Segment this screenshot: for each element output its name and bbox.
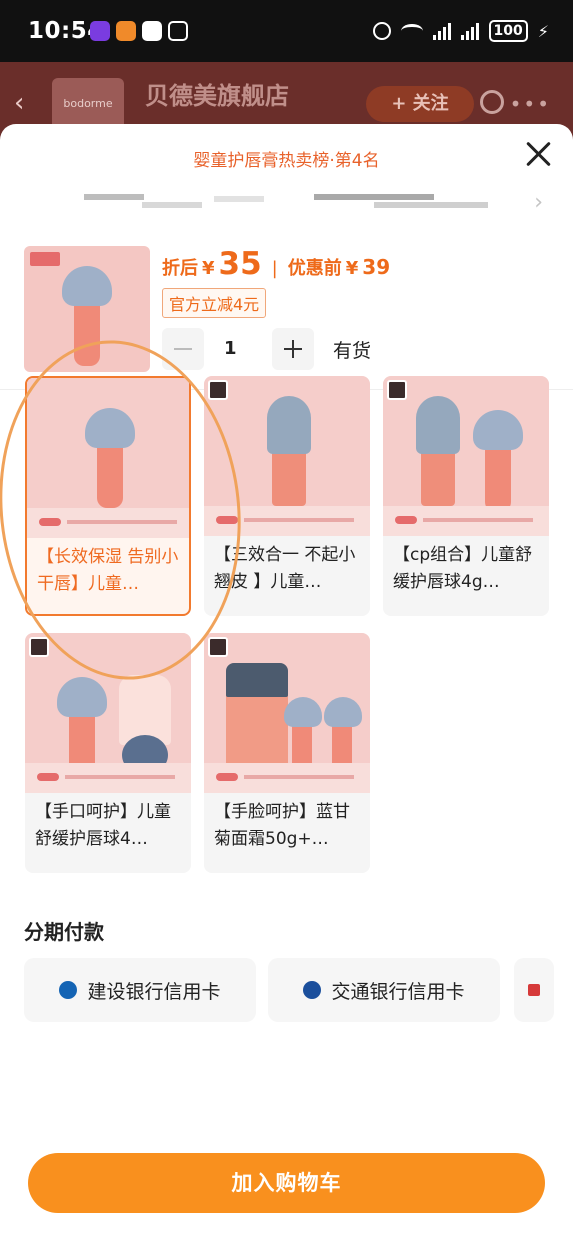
installment-title: 分期付款 (24, 920, 104, 944)
variant-option-3[interactable]: 【cp组合】儿童舒缓护唇球4g… (383, 376, 549, 616)
quantity-value: 1 (224, 338, 237, 359)
bank-option-bocom[interactable]: 交通银行信用卡 (268, 958, 500, 1022)
blurred-info-strip (84, 194, 488, 212)
wifi-icon (400, 24, 423, 38)
variant-option-1[interactable]: 【长效保湿 告别小干唇】儿童… (25, 376, 191, 616)
variant-image (25, 633, 191, 793)
currency-symbol: ¥ (202, 258, 215, 279)
variant-label: 【三效合一 不起小翘皮 】儿童… (214, 545, 356, 592)
bank-name: 建设银行信用卡 (87, 980, 221, 1003)
price-before-label: 优惠前 (287, 258, 342, 279)
variant-label: 【手口呵护】儿童舒缓护唇球4… (35, 802, 171, 849)
price-after-label: 折后 (162, 258, 198, 279)
variant-label: 【手脸呵护】蓝甘菊面霜50g+… (214, 802, 350, 849)
stock-status: 有货 (333, 340, 372, 362)
signal-1-icon (432, 22, 451, 40)
chevron-right-icon[interactable]: › (534, 190, 543, 215)
status-indicators: 100 ⚡ (372, 20, 549, 42)
price-after-value: 35 (218, 246, 262, 282)
price-row: 折后 ¥ 35 | 优惠前 ¥ 39 (162, 246, 390, 282)
signal-2-icon (460, 22, 479, 40)
badge-icon (387, 380, 407, 400)
bank-logo-icon (528, 984, 540, 996)
variant-option-5[interactable]: 【手脸呵护】蓝甘菊面霜50g+… (204, 633, 370, 873)
variant-option-2[interactable]: 【三效合一 不起小翘皮 】儿童… (204, 376, 370, 616)
variant-option-4[interactable]: 【手口呵护】儿童舒缓护唇球4… (25, 633, 191, 873)
badge-icon (208, 380, 228, 400)
charging-icon: ⚡ (537, 21, 549, 41)
video-app-icon (90, 21, 110, 41)
bank-option-partial[interactable] (514, 958, 554, 1022)
search-icon[interactable] (480, 90, 504, 114)
variant-label: 【cp组合】儿童舒缓护唇球4g… (393, 545, 533, 592)
variant-image (383, 376, 549, 536)
ccb-icon (59, 981, 78, 999)
store-name: 贝德美旗舰店 (145, 82, 289, 110)
quantity-decrement-button[interactable] (162, 328, 204, 370)
product-thumbnail[interactable] (24, 246, 150, 372)
variant-image (204, 376, 370, 536)
follow-button[interactable]: + 关注 (366, 86, 474, 122)
currency-symbol-before: ¥ (345, 258, 359, 279)
discount-tag: 官方立减4元 (162, 288, 267, 318)
variant-image (27, 378, 189, 538)
variant-label: 【长效保湿 告别小干唇】儿童… (37, 547, 179, 594)
bocom-icon (303, 981, 322, 999)
close-icon[interactable] (525, 140, 553, 168)
bank-name: 交通银行信用卡 (331, 980, 465, 1003)
badge-icon (29, 637, 49, 657)
sku-sheet: 婴童护唇膏热卖榜·第4名 › 折后 ¥ 35 | 优惠前 ¥ 39 官方立减4元… (0, 124, 573, 1237)
price-before-value: 39 (362, 255, 391, 279)
quantity-increment-button[interactable] (272, 328, 314, 370)
battery-icon: 100 (488, 20, 528, 42)
badge-icon (208, 637, 228, 657)
chat-app-icon (142, 21, 162, 41)
taobao-app-icon (116, 21, 136, 41)
back-icon[interactable]: ‹ (14, 88, 24, 118)
bank-option-ccb[interactable]: 建设银行信用卡 (24, 958, 256, 1022)
variant-image (204, 633, 370, 793)
store-logo: bodorme (52, 78, 124, 130)
nfc-icon (168, 21, 188, 41)
add-to-cart-button[interactable]: 加入购物车 (28, 1153, 545, 1213)
status-bar: 10:54 100 ⚡ (0, 0, 573, 62)
alarm-icon (372, 22, 391, 40)
rank-title[interactable]: 婴童护唇膏热卖榜·第4名 (0, 146, 573, 171)
status-app-icons (90, 21, 188, 41)
price-separator: | (271, 258, 278, 279)
more-icon[interactable]: ••• (510, 92, 551, 116)
